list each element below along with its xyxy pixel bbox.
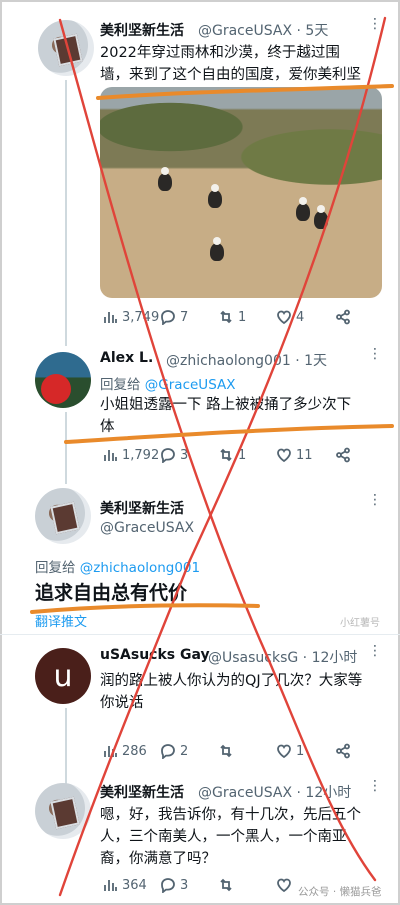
like-button[interactable]: 11 (276, 447, 313, 463)
tweet-actions: 3,749 7 1 4 (0, 309, 400, 329)
author-handle[interactable]: @GraceUSAX · 12小时 (198, 782, 351, 802)
tweet-text-large: 追求自由总有代价 (35, 582, 188, 604)
reply-button[interactable]: 3 (160, 877, 188, 893)
heart-icon (277, 878, 291, 893)
avatar[interactable] (35, 352, 91, 408)
more-options-icon[interactable]: ⋮ (368, 643, 382, 659)
author-handle[interactable]: @zhichaolong001 · 1天 (166, 350, 327, 370)
reply-icon (161, 448, 175, 463)
share-button[interactable] (335, 743, 351, 759)
views-button[interactable]: 1,792 (102, 447, 159, 463)
reply-button[interactable]: 7 (160, 309, 188, 325)
retweet-icon (220, 448, 232, 462)
reply-button[interactable]: 2 (160, 743, 188, 759)
reply-icon (161, 310, 175, 325)
retweet-button[interactable]: 1 (218, 447, 246, 463)
tweet-actions: 286 2 1 (0, 743, 400, 763)
author-handle[interactable]: @GraceUSAX · 5天 (198, 20, 328, 40)
retweet-button[interactable]: 1 (218, 309, 246, 325)
share-icon (336, 447, 350, 463)
author-handle[interactable]: @UsasucksG · 12小时 (208, 647, 357, 667)
heart-icon (277, 448, 291, 463)
views-button[interactable]: 364 (102, 877, 147, 893)
more-options-icon[interactable]: ⋮ (368, 346, 382, 362)
author-name[interactable]: uSAsucks Gay (100, 647, 210, 663)
more-options-icon[interactable]: ⋮ (368, 492, 382, 508)
tweet-photo[interactable] (100, 87, 382, 298)
reply-icon (161, 878, 175, 893)
reply-icon (161, 744, 175, 759)
thread-line (65, 80, 67, 346)
retweet-icon (220, 878, 232, 892)
translate-link[interactable]: 翻译推文 (35, 611, 87, 630)
views-icon (104, 312, 117, 323)
tweet-text: 小姐姐透露一下 路上被被捅了多少次下 体 (100, 397, 352, 435)
share-button[interactable] (335, 447, 351, 463)
reply-to-line: 回复给 @zhichaolong001 (35, 560, 201, 576)
avatar[interactable] (38, 20, 94, 76)
divider (0, 634, 400, 635)
views-icon (104, 746, 117, 757)
tweet-text: 润的路上被人你认为的QJ了几次？大家等 你说话 (100, 673, 363, 711)
more-options-icon[interactable]: ⋮ (368, 16, 382, 32)
tweet-text: 嗯，好，我告诉你，有十几次，先后五个 人，三个南美人，一个黑人，一个南亚 裔，你… (100, 807, 361, 867)
author-name[interactable]: 美利坚新生活 (100, 20, 184, 40)
like-button[interactable] (276, 877, 292, 893)
reply-to-line: 回复给 @GraceUSAX (100, 377, 236, 393)
watermark: 小红薯号 (340, 618, 380, 629)
avatar[interactable] (35, 783, 91, 839)
share-icon (336, 309, 350, 325)
retweet-icon (220, 744, 232, 758)
share-icon (336, 743, 350, 759)
reply-to-link[interactable]: @GraceUSAX (145, 377, 236, 393)
tweet-actions: 1,792 3 1 11 (0, 447, 400, 467)
author-handle[interactable]: @GraceUSAX (100, 520, 194, 536)
like-button[interactable]: 1 (276, 743, 304, 759)
views-icon (104, 880, 117, 891)
tweet-text: 2022年穿过雨林和沙漠，终于越过围 墙，来到了这个自由的国度，爱你美利坚 (100, 45, 361, 83)
heart-icon (277, 744, 291, 759)
author-name[interactable]: 美利坚新生活 (100, 782, 184, 802)
share-button[interactable] (335, 309, 351, 325)
views-icon (104, 450, 117, 461)
avatar[interactable] (35, 488, 91, 544)
retweet-button[interactable] (218, 877, 234, 893)
more-options-icon[interactable]: ⋮ (368, 778, 382, 794)
reply-button[interactable]: 3 (160, 447, 188, 463)
watermark: 公众号 · 懒猫兵爸 (298, 886, 382, 898)
reply-to-link[interactable]: @zhichaolong001 (80, 560, 200, 576)
avatar[interactable]: u (35, 648, 91, 704)
author-name[interactable]: Alex L. (100, 350, 153, 366)
retweet-icon (220, 310, 232, 324)
heart-icon (277, 310, 291, 325)
like-button[interactable]: 4 (276, 309, 304, 325)
retweet-button[interactable] (218, 743, 234, 759)
views-button[interactable]: 3,749 (102, 309, 159, 325)
author-name[interactable]: 美利坚新生活 (100, 498, 184, 518)
views-button[interactable]: 286 (102, 743, 147, 759)
